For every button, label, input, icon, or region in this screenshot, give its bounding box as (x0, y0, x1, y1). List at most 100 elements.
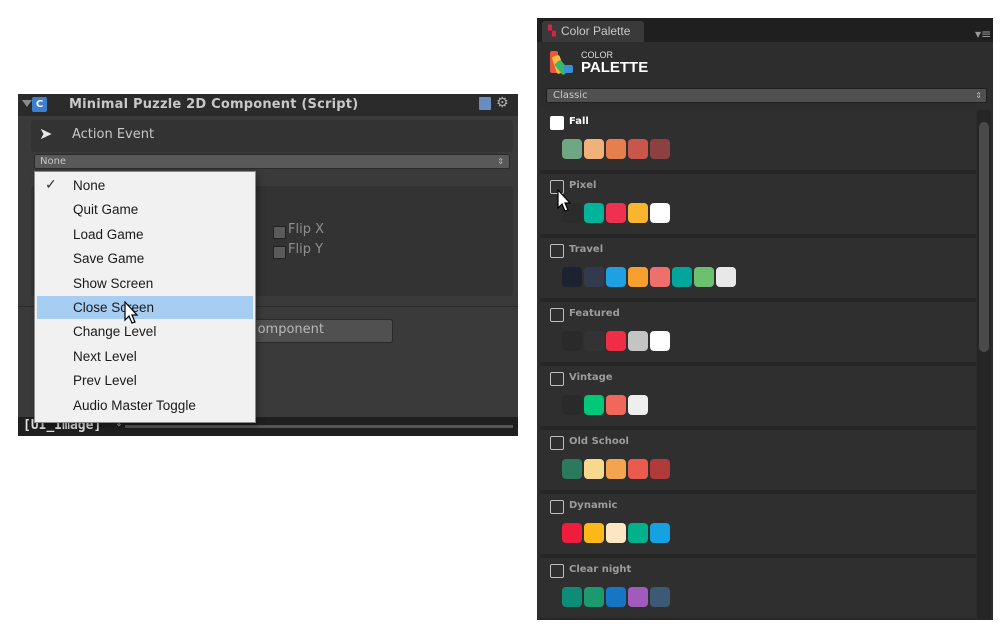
color-swatch[interactable] (628, 459, 648, 479)
color-swatch[interactable] (628, 395, 648, 415)
color-swatch[interactable] (628, 587, 648, 607)
palette-checkbox[interactable] (550, 116, 564, 130)
color-swatch[interactable] (584, 459, 604, 479)
tab-color-palette[interactable]: ▚ Color Palette (542, 21, 644, 42)
dropdown-item-label: Close Screen (73, 300, 155, 315)
color-swatch[interactable] (650, 203, 670, 223)
gear-icon[interactable]: ⚙ (496, 95, 509, 111)
color-swatch[interactable] (584, 395, 604, 415)
color-swatch[interactable] (650, 459, 670, 479)
color-swatch[interactable] (584, 523, 604, 543)
color-swatch[interactable] (628, 523, 648, 543)
palette-set-select[interactable]: Classic ⇕ (546, 88, 987, 103)
color-swatch[interactable] (584, 203, 604, 223)
palette-checkbox[interactable] (550, 244, 564, 258)
swatch-row (562, 267, 738, 287)
dropdown-item[interactable]: Load Game (37, 223, 253, 246)
component-header[interactable]: C Minimal Puzzle 2D Component (Script) ⚙ (18, 94, 518, 116)
color-swatch[interactable] (628, 203, 648, 223)
dropdown-item[interactable]: Next Level (37, 345, 253, 368)
color-swatch[interactable] (562, 523, 582, 543)
palette-item[interactable]: Pixel (540, 174, 976, 238)
palette-item[interactable]: Fall (540, 110, 976, 174)
color-palette-logo-icon (550, 51, 573, 75)
dropdown-item[interactable]: Prev Level (37, 369, 253, 392)
color-swatch[interactable] (584, 587, 604, 607)
palette-item[interactable]: Dynamic (540, 494, 976, 558)
color-swatch[interactable] (650, 331, 670, 351)
color-swatch[interactable] (606, 587, 626, 607)
color-swatch[interactable] (650, 267, 670, 287)
dropdown-item[interactable]: ✓ None (37, 174, 253, 197)
select-arrows-icon: ⇕ (975, 91, 982, 100)
palette-checkbox[interactable] (550, 436, 564, 450)
color-swatch[interactable] (628, 139, 648, 159)
palette-tab-icon: ▚ (548, 26, 556, 37)
add-component-label: omponent (257, 322, 324, 337)
swatch-row (562, 587, 672, 607)
color-swatch[interactable] (606, 331, 626, 351)
swatch-row (562, 203, 672, 223)
mouse-cursor-icon (557, 189, 572, 212)
dropdown-item[interactable]: Change Level (37, 320, 253, 343)
palette-item[interactable]: Featured (540, 302, 976, 366)
color-swatch[interactable] (562, 139, 582, 159)
dropdown-item-label: Save Game (73, 251, 145, 267)
color-swatch[interactable] (562, 267, 582, 287)
dropdown-item[interactable]: Quit Game (37, 198, 253, 221)
action-event-select[interactable]: None ⇕ (34, 154, 510, 169)
color-swatch[interactable] (716, 267, 736, 287)
flip-y-checkbox[interactable] (273, 246, 286, 259)
flip-x-label: Flip X (288, 222, 324, 237)
palette-item[interactable]: Clear night (540, 558, 976, 620)
color-swatch[interactable] (606, 459, 626, 479)
color-swatch[interactable] (694, 267, 714, 287)
color-swatch[interactable] (606, 139, 626, 159)
checkmark-icon: ✓ (45, 176, 57, 192)
color-swatch[interactable] (672, 267, 692, 287)
palette-set-select-value: Classic (553, 90, 588, 101)
window-menu-icon[interactable]: ▾≡ (975, 27, 991, 41)
palette-checkbox[interactable] (550, 372, 564, 386)
color-swatch[interactable] (562, 459, 582, 479)
color-swatch[interactable] (606, 395, 626, 415)
fold-arrow-icon[interactable] (22, 100, 32, 107)
palette-checkbox[interactable] (550, 308, 564, 322)
color-swatch[interactable] (562, 331, 582, 351)
color-swatch[interactable] (606, 203, 626, 223)
color-swatch[interactable] (606, 523, 626, 543)
color-swatch[interactable] (650, 587, 670, 607)
palette-checkbox[interactable] (550, 564, 564, 578)
preview-resize-handle[interactable] (125, 425, 513, 428)
color-swatch[interactable] (562, 587, 582, 607)
dropdown-item[interactable]: Save Game (37, 247, 253, 270)
help-book-icon[interactable] (479, 97, 491, 110)
dropdown-item[interactable]: Close Screen (37, 296, 253, 319)
palette-name: Old School (569, 436, 629, 447)
dropdown-item-label: Change Level (73, 324, 157, 340)
color-swatch[interactable] (584, 331, 604, 351)
dropdown-item[interactable]: Show Screen (37, 272, 253, 295)
dropdown-item[interactable]: Audio Master Toggle (37, 394, 253, 417)
color-swatch[interactable] (562, 395, 582, 415)
mouse-cursor-icon (124, 301, 139, 324)
flip-x-checkbox[interactable] (273, 226, 286, 239)
color-swatch[interactable] (650, 139, 670, 159)
palette-item[interactable]: Travel (540, 238, 976, 302)
window-tab-bar: ▚ Color Palette ▾≡ (537, 18, 993, 42)
palette-item[interactable]: Old School (540, 430, 976, 494)
color-swatch[interactable] (606, 267, 626, 287)
scrollbar-thumb[interactable] (979, 122, 989, 352)
palette-name: Clear night (569, 564, 632, 575)
action-event-label: Action Event (72, 127, 155, 142)
dropdown-item-label: Load Game (73, 226, 144, 242)
palette-item[interactable]: Vintage (540, 366, 976, 430)
color-swatch[interactable] (584, 267, 604, 287)
palette-list-scrollbar[interactable] (977, 110, 991, 620)
color-swatch[interactable] (628, 331, 648, 351)
swatch-row (562, 331, 672, 351)
color-swatch[interactable] (650, 523, 670, 543)
color-swatch[interactable] (628, 267, 648, 287)
palette-checkbox[interactable] (550, 500, 564, 514)
color-swatch[interactable] (584, 139, 604, 159)
